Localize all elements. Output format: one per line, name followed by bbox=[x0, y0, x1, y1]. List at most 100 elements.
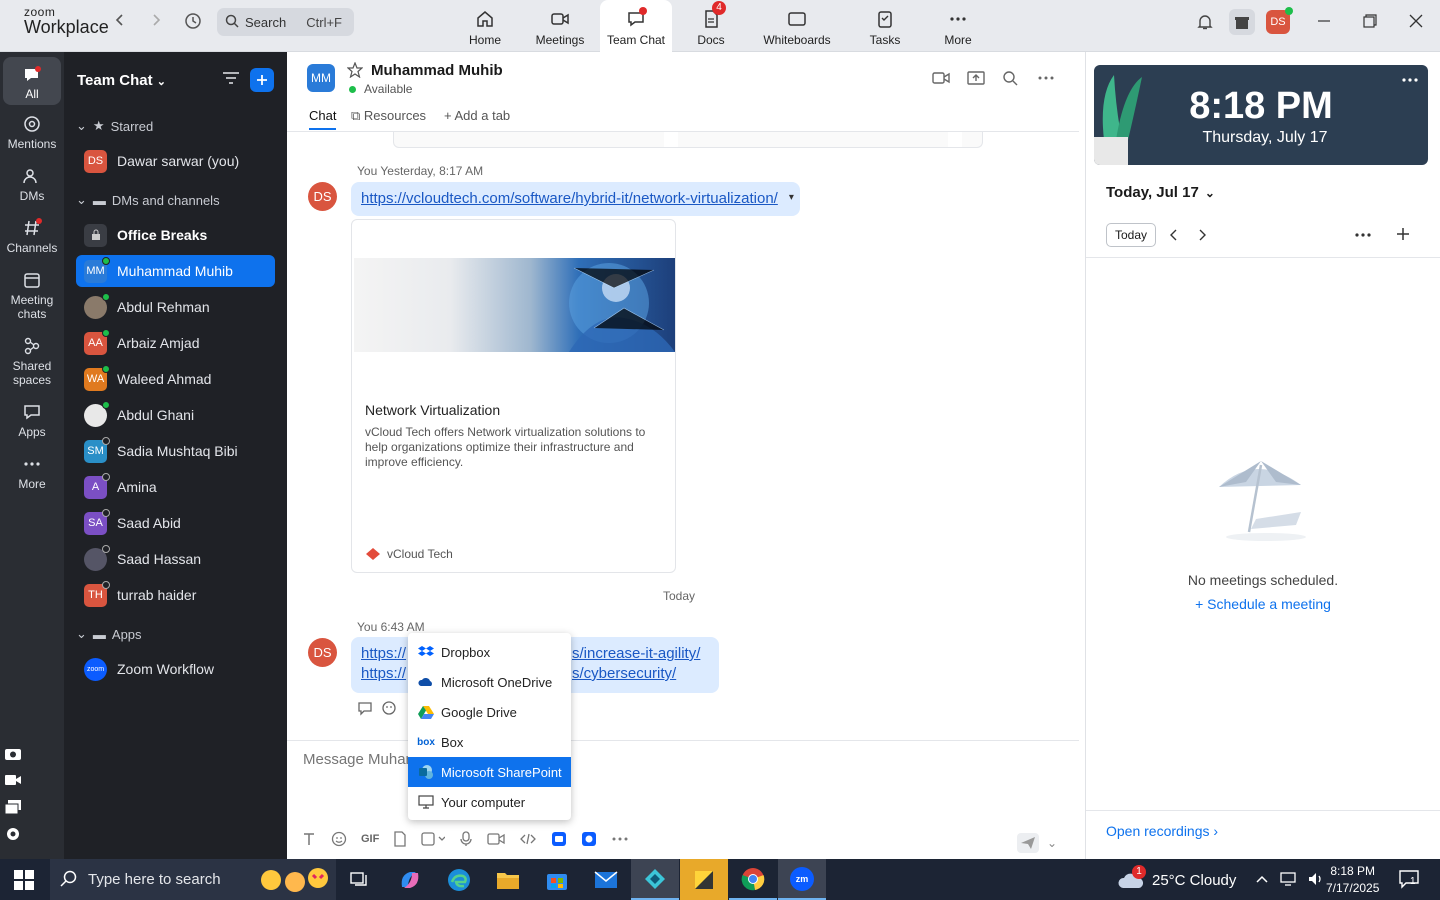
menu-item-your-computer[interactable]: Your computer bbox=[408, 787, 571, 817]
chevron-left-icon[interactable] bbox=[1168, 228, 1180, 242]
zoom-taskbar-icon[interactable]: zm bbox=[778, 859, 826, 900]
sidebar-item-abdul-ghani[interactable]: Abdul Ghani bbox=[76, 399, 275, 431]
microsoft-store-icon[interactable] bbox=[533, 859, 581, 900]
sidebar-item-dawar[interactable]: DS Dawar sarwar (you) bbox=[76, 145, 275, 177]
volume-icon[interactable] bbox=[1307, 871, 1325, 887]
reply-icon[interactable] bbox=[357, 700, 373, 716]
sidebar-item-sadia-mushtaq-bibi[interactable]: SM Sadia Mushtaq Bibi bbox=[76, 435, 275, 467]
share-screen-icon[interactable] bbox=[967, 70, 985, 86]
rail-channels[interactable]: Channels bbox=[3, 218, 61, 255]
rail-shared-spaces[interactable]: Shared spaces bbox=[3, 336, 61, 387]
chevron-right-icon[interactable] bbox=[1196, 228, 1208, 242]
more-dots-icon[interactable] bbox=[1354, 232, 1372, 238]
rail-meeting-chats[interactable]: Meeting chats bbox=[3, 270, 61, 321]
video-message-icon[interactable] bbox=[487, 831, 505, 847]
message-link-2-start[interactable]: https:// bbox=[361, 664, 406, 684]
message-link-1-end[interactable]: s/increase-it-agility/ bbox=[572, 644, 700, 664]
sidebar-item-office-breaks[interactable]: Office Breaks bbox=[76, 219, 275, 251]
nav-docs[interactable]: 4 Docs bbox=[675, 0, 747, 52]
menu-item-dropbox[interactable]: Dropbox bbox=[408, 637, 571, 667]
app-integration-2-icon[interactable] bbox=[581, 831, 597, 847]
chrome-icon[interactable] bbox=[729, 859, 777, 900]
close-icon[interactable] bbox=[1409, 14, 1423, 28]
menu-item-sharepoint[interactable]: Microsoft SharePoint bbox=[408, 757, 571, 787]
forward-arrow-icon[interactable] bbox=[148, 12, 176, 34]
tab-add[interactable]: + Add a tab bbox=[444, 108, 510, 123]
nav-meetings[interactable]: Meetings bbox=[524, 0, 596, 52]
message-link-1-start[interactable]: https:// bbox=[361, 644, 406, 664]
sidebar-item-waleed-ahmad[interactable]: WA Waleed Ahmad bbox=[76, 363, 275, 395]
app-diamond-icon[interactable] bbox=[631, 859, 679, 900]
sidebar-title[interactable]: Team Chat ⌄ bbox=[77, 72, 166, 89]
contact-name[interactable]: Muhammad Muhib bbox=[371, 62, 503, 79]
taskbar-search[interactable]: Type here to search bbox=[50, 859, 336, 900]
emoji-icon[interactable] bbox=[331, 831, 347, 847]
video-icon[interactable] bbox=[0, 768, 26, 792]
nav-home[interactable]: Home bbox=[449, 0, 521, 52]
gift-icon[interactable] bbox=[1229, 9, 1255, 35]
menu-item-box[interactable]: box Box bbox=[408, 727, 571, 757]
gif-button[interactable]: GIF bbox=[361, 833, 379, 845]
caret-down-icon[interactable]: ▾ bbox=[789, 192, 794, 203]
sidebar-item-saad-hassan[interactable]: Saad Hassan bbox=[76, 543, 275, 575]
mail-icon[interactable] bbox=[582, 859, 630, 900]
send-icon[interactable] bbox=[1016, 833, 1039, 853]
nav-tasks[interactable]: Tasks bbox=[849, 0, 921, 52]
microphone-icon[interactable] bbox=[459, 831, 473, 847]
copilot-icon[interactable] bbox=[386, 859, 434, 900]
network-icon[interactable] bbox=[1279, 871, 1297, 887]
rail-more[interactable]: More bbox=[3, 454, 61, 491]
history-icon[interactable] bbox=[184, 12, 212, 34]
minimize-icon[interactable] bbox=[1317, 14, 1331, 28]
rail-all[interactable]: All bbox=[3, 57, 61, 105]
back-arrow-icon[interactable] bbox=[112, 12, 140, 34]
chevron-down-icon[interactable]: ⌄ bbox=[1047, 833, 1057, 853]
menu-item-google-drive[interactable]: Google Drive bbox=[408, 697, 571, 727]
more-options-icon[interactable] bbox=[1037, 70, 1055, 86]
video-call-icon[interactable] bbox=[932, 70, 950, 86]
emoji-reaction-icon[interactable] bbox=[381, 700, 397, 716]
schedule-meeting-link[interactable]: + Schedule a meeting bbox=[1086, 596, 1440, 612]
tab-chat[interactable]: Chat bbox=[309, 108, 337, 130]
windows-start-icon[interactable] bbox=[14, 870, 34, 890]
rail-dms[interactable]: DMs bbox=[3, 166, 61, 203]
nav-more[interactable]: More bbox=[922, 0, 994, 52]
more-dots-icon[interactable] bbox=[1402, 77, 1418, 83]
task-view-icon[interactable] bbox=[336, 859, 384, 900]
app-integration-icon[interactable] bbox=[551, 831, 567, 847]
rail-mentions[interactable]: Mentions bbox=[3, 114, 61, 151]
menu-item-onedrive[interactable]: Microsoft OneDrive bbox=[408, 667, 571, 697]
new-chat-button[interactable] bbox=[250, 68, 274, 92]
add-event-icon[interactable] bbox=[1396, 227, 1410, 241]
file-explorer-icon[interactable] bbox=[484, 859, 532, 900]
sidebar-item-turrab-haider[interactable]: TH turrab haider bbox=[76, 579, 275, 611]
star-outline-icon[interactable] bbox=[347, 62, 363, 78]
today-button[interactable]: Today bbox=[1106, 223, 1156, 247]
search-box[interactable]: Search Ctrl+F bbox=[217, 8, 354, 36]
sender-avatar[interactable]: DS bbox=[308, 182, 337, 211]
open-recordings-link[interactable]: Open recordings › bbox=[1106, 823, 1218, 839]
sidebar-item-amina[interactable]: A Amina bbox=[76, 471, 275, 503]
section-apps[interactable]: ⌄ ▬ Apps bbox=[76, 626, 142, 642]
file-icon[interactable] bbox=[393, 831, 407, 847]
sticky-notes-icon[interactable] bbox=[680, 859, 728, 900]
nav-whiteboards[interactable]: Whiteboards bbox=[757, 0, 837, 52]
rail-apps[interactable]: Apps bbox=[3, 402, 61, 439]
sidebar-item-zoom-workflow[interactable]: zoom Zoom Workflow bbox=[76, 653, 275, 685]
notification-center-icon[interactable]: 1 bbox=[1398, 869, 1420, 889]
taskbar-clock[interactable]: 8:18 PM 7/17/2025 bbox=[1326, 863, 1379, 897]
screens-icon[interactable] bbox=[0, 795, 26, 819]
bell-icon[interactable] bbox=[1196, 13, 1224, 35]
sidebar-item-abdul-rehman[interactable]: Abdul Rehman bbox=[76, 291, 275, 323]
contact-avatar[interactable]: MM bbox=[307, 64, 335, 92]
settings-gear-icon[interactable] bbox=[0, 822, 26, 846]
sidebar-item-arbaiz-amjad[interactable]: AA Arbaiz Amjad bbox=[76, 327, 275, 359]
message-link-2-end[interactable]: s/cybersecurity/ bbox=[572, 664, 676, 684]
camera-icon[interactable] bbox=[0, 741, 26, 765]
link-preview-card[interactable]: Network Virtualization vCloud Tech offer… bbox=[351, 219, 676, 573]
section-starred[interactable]: ⌄ ★ Starred bbox=[76, 118, 153, 134]
code-icon[interactable] bbox=[519, 831, 537, 847]
chevron-up-icon[interactable] bbox=[1255, 871, 1269, 887]
text-format-icon[interactable] bbox=[301, 831, 317, 847]
sidebar-item-muhammad-muhib[interactable]: MM Muhammad Muhib bbox=[76, 255, 275, 287]
